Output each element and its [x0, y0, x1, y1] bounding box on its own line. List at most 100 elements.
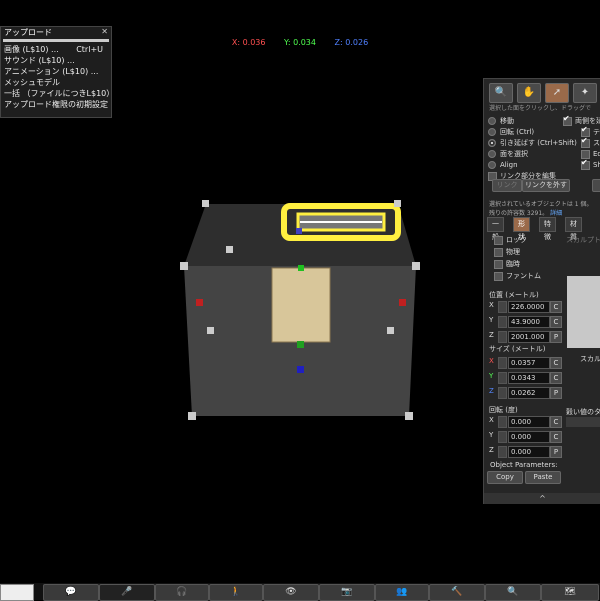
position-y-field[interactable]: 43.9000	[508, 316, 550, 328]
menu-item-shortcut: Ctrl+U	[76, 45, 103, 54]
phantom-check[interactable]: ファントム	[494, 271, 541, 281]
edit-tool-button[interactable]: ➚	[545, 83, 569, 103]
menu-item-sound[interactable]: サウンド (L$10) ...	[1, 55, 111, 66]
copy-size-x[interactable]: C	[550, 357, 562, 369]
rotation-z-field[interactable]: 0.000	[508, 446, 550, 458]
close-icon[interactable]: ✕	[101, 27, 108, 36]
wand-icon: ✦	[580, 87, 590, 98]
menu-item-bulk[interactable]: 一括 （ファイルにつきL$10）	[1, 88, 115, 99]
map-button[interactable]: 🗺	[541, 584, 599, 601]
menu-item-mesh[interactable]: メッシュモデル	[1, 77, 111, 88]
collapse-panel-button[interactable]: ^	[484, 493, 600, 504]
copy-button[interactable]: Copy	[487, 471, 523, 484]
position-x-spinner[interactable]	[498, 301, 507, 313]
checkbox-icon	[494, 271, 503, 281]
tab-features[interactable]: 特徴	[539, 217, 556, 241]
sculpt-texture-preview[interactable]	[567, 276, 600, 348]
tool-hint: 選択した面をクリックし、ドラッグで	[489, 105, 592, 112]
z-axis-handle[interactable]	[297, 366, 304, 373]
check-label: ファントム	[506, 272, 541, 280]
highlighted-linked-object[interactable]	[281, 203, 401, 241]
axis-label-y: Y	[489, 372, 494, 380]
temporary-check[interactable]: 臨時	[494, 259, 520, 269]
x-axis-handle-right[interactable]	[399, 299, 406, 306]
mode-rotate[interactable]: 回転 (Ctrl)	[488, 127, 534, 137]
position-y-spinner[interactable]	[498, 316, 507, 328]
cut-slider[interactable]	[566, 417, 600, 427]
move-tool-button[interactable]: ✋	[517, 83, 541, 103]
unlink-button[interactable]: リンクを外す	[522, 179, 570, 192]
position-z-spinner[interactable]	[498, 331, 507, 343]
chat-button[interactable]: 💬	[43, 584, 99, 601]
size-y-spinner[interactable]	[498, 372, 507, 384]
wooden-cube[interactable]	[271, 267, 331, 343]
menu-item-image[interactable]: 画像 (L$10) ... Ctrl+U	[1, 44, 111, 55]
menu-item-label: 一括 （ファイルにつきL$10）	[4, 89, 115, 98]
build-button[interactable]: 🔨	[429, 584, 485, 601]
tab-material[interactable]: 材質	[565, 217, 582, 241]
x-axis-handle-left[interactable]	[196, 299, 203, 306]
speak-button[interactable]: 🎧	[155, 584, 209, 601]
size-z-spinner[interactable]	[498, 387, 507, 399]
snap-check[interactable]: スナ	[581, 136, 600, 148]
size-z-field[interactable]: 0.0262	[508, 387, 550, 399]
selected-prim-top[interactable]	[184, 204, 416, 266]
create-tool-button[interactable]: ✦	[573, 83, 597, 103]
physics-check[interactable]: 物理	[494, 247, 520, 257]
copy-rotation-x[interactable]: C	[550, 416, 562, 428]
position-z-field[interactable]: 2001.000	[508, 331, 550, 343]
radio-icon	[488, 117, 496, 125]
stretch-handles[interactable]	[180, 200, 420, 420]
rotation-x-spinner[interactable]	[498, 416, 507, 428]
menu-item-label: アップロード権限の初期設定	[4, 100, 108, 109]
voice-button[interactable]: 🎤	[99, 584, 155, 601]
snapshot-button[interactable]: 📷	[319, 584, 375, 601]
copy-position-x[interactable]: C	[550, 301, 562, 313]
mode-move[interactable]: 移動	[488, 116, 514, 126]
position-x-field[interactable]: 226.0000	[508, 301, 550, 313]
view-button[interactable]: 👁	[263, 584, 319, 601]
show-highlight-check[interactable]: Sh	[581, 158, 600, 170]
more-button[interactable]	[592, 179, 600, 192]
mode-select-face[interactable]: 面を選択	[488, 149, 528, 159]
details-link[interactable]: 詳細	[550, 210, 562, 217]
tab-object[interactable]: 形状	[513, 217, 530, 241]
paste-position[interactable]: P	[550, 331, 562, 343]
checkbox-icon	[581, 158, 590, 170]
size-x-spinner[interactable]	[498, 357, 507, 369]
mode-align[interactable]: Align	[488, 160, 518, 170]
search-button[interactable]: 🔍	[485, 584, 541, 601]
tab-general[interactable]: 一般	[487, 217, 504, 241]
paste-button[interactable]: Paste	[525, 471, 561, 484]
people-button[interactable]: 👥	[375, 584, 429, 601]
menu-item-animation[interactable]: アニメーション (L$10) ...	[1, 66, 111, 77]
link-button[interactable]: リンク	[492, 179, 522, 192]
size-y-field[interactable]: 0.0343	[508, 372, 550, 384]
mode-stretch[interactable]: 引き延ばす (Ctrl+Shift)	[488, 138, 577, 148]
rotation-y-field[interactable]: 0.000	[508, 431, 550, 443]
menu-item-permissions[interactable]: アップロード権限の初期設定	[1, 99, 111, 110]
lock-check[interactable]: ロック	[494, 235, 527, 245]
rotation-x-field[interactable]: 0.000	[508, 416, 550, 428]
paste-rotation[interactable]: P	[550, 446, 562, 458]
nearby-chat-input[interactable]	[0, 584, 34, 601]
copy-size-y[interactable]: C	[550, 372, 562, 384]
rotation-z-spinner[interactable]	[498, 446, 507, 458]
y-coordinate: Y: 0.034	[284, 38, 316, 47]
radio-icon	[488, 139, 496, 147]
y-axis-handle-top[interactable]	[298, 265, 304, 271]
paste-size[interactable]: P	[550, 387, 562, 399]
selected-prim-front[interactable]	[184, 266, 416, 416]
upload-menu: アップロード ✕ 画像 (L$10) ... Ctrl+U サウンド (L$10)…	[0, 26, 115, 118]
copy-rotation-y[interactable]: C	[550, 431, 562, 443]
radio-icon	[488, 161, 496, 169]
y-axis-handle-bottom[interactable]	[297, 341, 304, 348]
bottom-toolbar: 💬 🎤 🎧 🚶 👁 📷 👥 🔨 🔍 🗺	[0, 583, 600, 601]
axis-label-x: X	[489, 416, 494, 424]
copy-position-y[interactable]: C	[550, 316, 562, 328]
size-x-field[interactable]: 0.0357	[508, 357, 550, 369]
rotation-y-spinner[interactable]	[498, 431, 507, 443]
walk-button[interactable]: 🚶	[209, 584, 263, 601]
focus-tool-button[interactable]: 🔍	[489, 83, 513, 103]
microphone-icon: 🎤	[121, 587, 133, 597]
